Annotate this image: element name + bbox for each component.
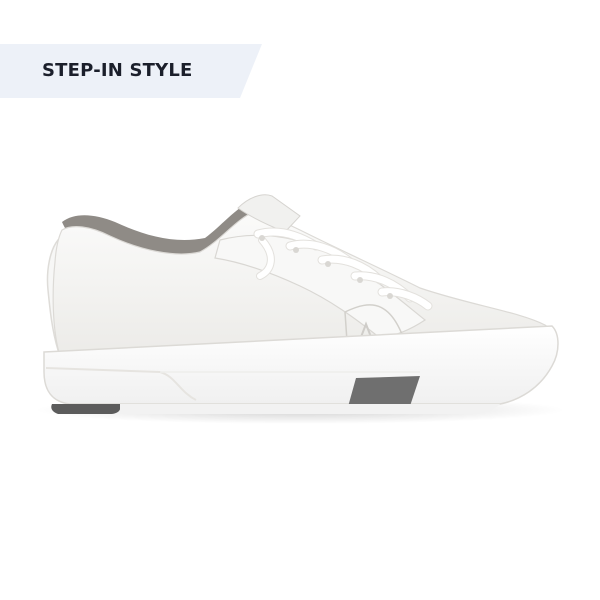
outsole-heel <box>51 404 121 414</box>
sneaker-image <box>35 194 565 424</box>
outsole-edge <box>120 404 500 414</box>
